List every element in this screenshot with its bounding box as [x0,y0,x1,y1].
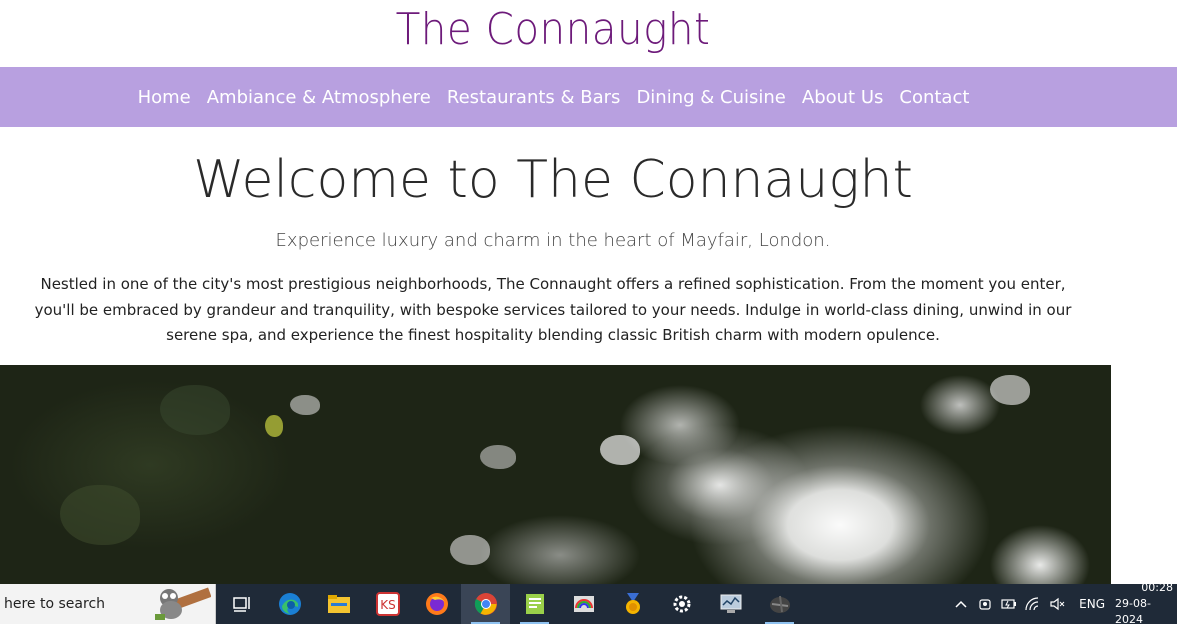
clock-time: 00:28 [1141,581,1173,594]
svg-text:KS: KS [380,598,396,612]
clock[interactable]: 00:28 29-08-2024 [1115,580,1177,624]
windows-taskbar: here to search KS ENG 00:28 29-08-2024 [0,581,1177,624]
hero-subheading: Experience luxury and charm in the heart… [275,230,831,251]
search-highlight-icon [155,587,211,620]
nav-ambiance[interactable]: Ambiance & Atmosphere [207,87,431,108]
nav-contact[interactable]: Contact [899,87,969,108]
nav-home[interactable]: Home [138,87,191,108]
chevron-up-icon[interactable] [949,584,973,624]
nav-dining[interactable]: Dining & Cuisine [636,87,785,108]
volume-muted-icon[interactable] [1045,584,1069,624]
hero-image [0,365,1111,585]
notepad-plus-icon[interactable] [510,584,559,624]
settings-icon[interactable] [657,584,706,624]
site-title: The Connaught [395,4,711,55]
chrome-icon[interactable] [461,584,510,624]
clock-date: 29-08-2024 [1115,597,1151,624]
taskbar-search[interactable]: here to search [0,584,216,624]
edge-icon[interactable] [265,584,314,624]
ks-app-icon[interactable]: KS [363,584,412,624]
leaf-highlight [265,415,283,437]
leaf-highlight [480,445,516,469]
task-view-icon[interactable] [216,584,265,624]
hero-paragraph: Nestled in one of the city's most presti… [34,275,1072,344]
battery-icon[interactable] [997,584,1021,624]
wifi-icon[interactable] [1021,584,1045,624]
leaf-highlight [990,375,1030,405]
language-indicator[interactable]: ENG [1079,597,1105,611]
leaf-shadow [60,485,140,545]
leaf-shadow [160,385,230,435]
nav-restaurants[interactable]: Restaurants & Bars [447,87,621,108]
meet-icon[interactable] [973,584,997,624]
leaf-highlight [600,435,640,465]
firefox-icon[interactable] [412,584,461,624]
dark-app-icon[interactable] [755,584,804,624]
main-navbar: Home Ambiance & Atmosphere Restaurants &… [0,67,1177,127]
file-explorer-icon[interactable] [314,584,363,624]
leaf-highlight [450,535,490,565]
hero-heading: Welcome to The Connaught [193,150,913,210]
paint-icon[interactable] [559,584,608,624]
medal-icon[interactable] [608,584,657,624]
leaf-highlight [290,395,320,415]
nav-about[interactable]: About Us [802,87,884,108]
monitor-icon[interactable] [706,584,755,624]
search-text: here to search [4,596,106,612]
system-tray: ENG 00:28 29-08-2024 [949,581,1177,624]
